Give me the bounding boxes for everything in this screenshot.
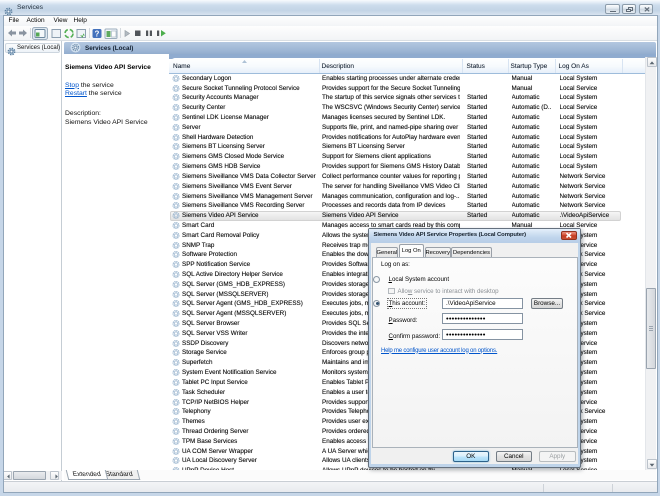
- svg-text:?: ?: [95, 29, 100, 38]
